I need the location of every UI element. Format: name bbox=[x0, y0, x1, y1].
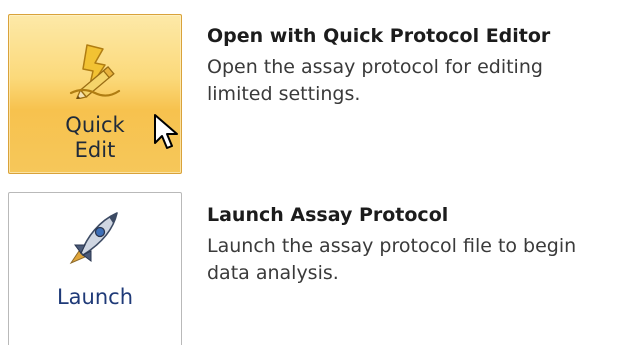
launch-title: Launch Assay Protocol bbox=[207, 204, 449, 226]
quick-edit-description: Open with Quick Protocol Editor Open the… bbox=[207, 24, 617, 108]
mouse-cursor-icon bbox=[153, 113, 179, 155]
quick-edit-text: Open the assay protocol for editing limi… bbox=[207, 56, 543, 105]
rocket-icon bbox=[69, 211, 121, 269]
quick-edit-title: Open with Quick Protocol Editor bbox=[207, 25, 551, 47]
launch-button[interactable]: Launch bbox=[8, 192, 182, 345]
launch-text: Launch the assay protocol file to begin … bbox=[207, 235, 577, 284]
launch-description: Launch Assay Protocol Launch the assay p… bbox=[207, 203, 617, 287]
launch-label: Launch bbox=[56, 285, 134, 309]
action-panel: Quick Edit Open with Quick Protocol Edit… bbox=[0, 0, 619, 345]
pencil-lightning-icon bbox=[65, 43, 125, 103]
